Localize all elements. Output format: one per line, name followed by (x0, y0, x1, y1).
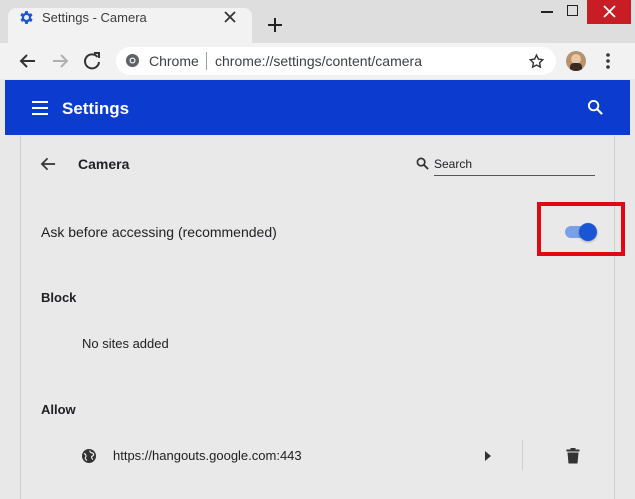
chevron-right-icon[interactable] (484, 451, 492, 461)
chrome-icon (125, 53, 140, 68)
highlight-box (537, 202, 625, 256)
globe-icon (82, 449, 96, 463)
page-title: Camera (78, 156, 130, 172)
content-panel (21, 136, 614, 499)
reload-icon[interactable] (82, 51, 102, 71)
minimize-icon[interactable] (541, 11, 553, 13)
ask-before-accessing-label: Ask before accessing (recommended) (41, 224, 277, 240)
search-input[interactable]: Search (434, 157, 472, 171)
omnibox-site-label: Chrome (149, 53, 199, 69)
block-heading: Block (41, 290, 77, 305)
search-underline (434, 175, 595, 176)
page-header-title: Settings (62, 99, 130, 118)
search-icon[interactable] (587, 99, 604, 116)
row-separator (522, 440, 523, 470)
star-icon[interactable] (528, 53, 545, 70)
allowed-site-url[interactable]: https://hangouts.google.com:443 (113, 448, 302, 463)
window-close-button[interactable] (587, 0, 631, 24)
allow-heading: Allow (41, 402, 76, 417)
url-text[interactable]: chrome://settings/content/camera (215, 53, 422, 69)
close-icon[interactable] (222, 9, 238, 25)
close-icon (603, 5, 616, 18)
search-icon (416, 157, 429, 170)
arrow-back-icon[interactable] (40, 156, 57, 172)
panel-border-right (614, 136, 615, 499)
block-empty-text: No sites added (82, 336, 169, 351)
omnibox-divider (206, 52, 207, 70)
plus-icon[interactable] (266, 16, 284, 34)
more-vert-icon[interactable] (600, 52, 616, 70)
tab-title: Settings - Camera (42, 10, 147, 25)
avatar[interactable] (566, 51, 586, 71)
settings-gear-icon (20, 11, 33, 24)
forward-icon[interactable] (50, 51, 70, 71)
menu-icon[interactable] (31, 100, 49, 116)
trash-icon[interactable] (566, 447, 580, 464)
maximize-icon[interactable] (567, 5, 578, 16)
panel-border-left (20, 136, 21, 499)
back-icon[interactable] (18, 51, 38, 71)
